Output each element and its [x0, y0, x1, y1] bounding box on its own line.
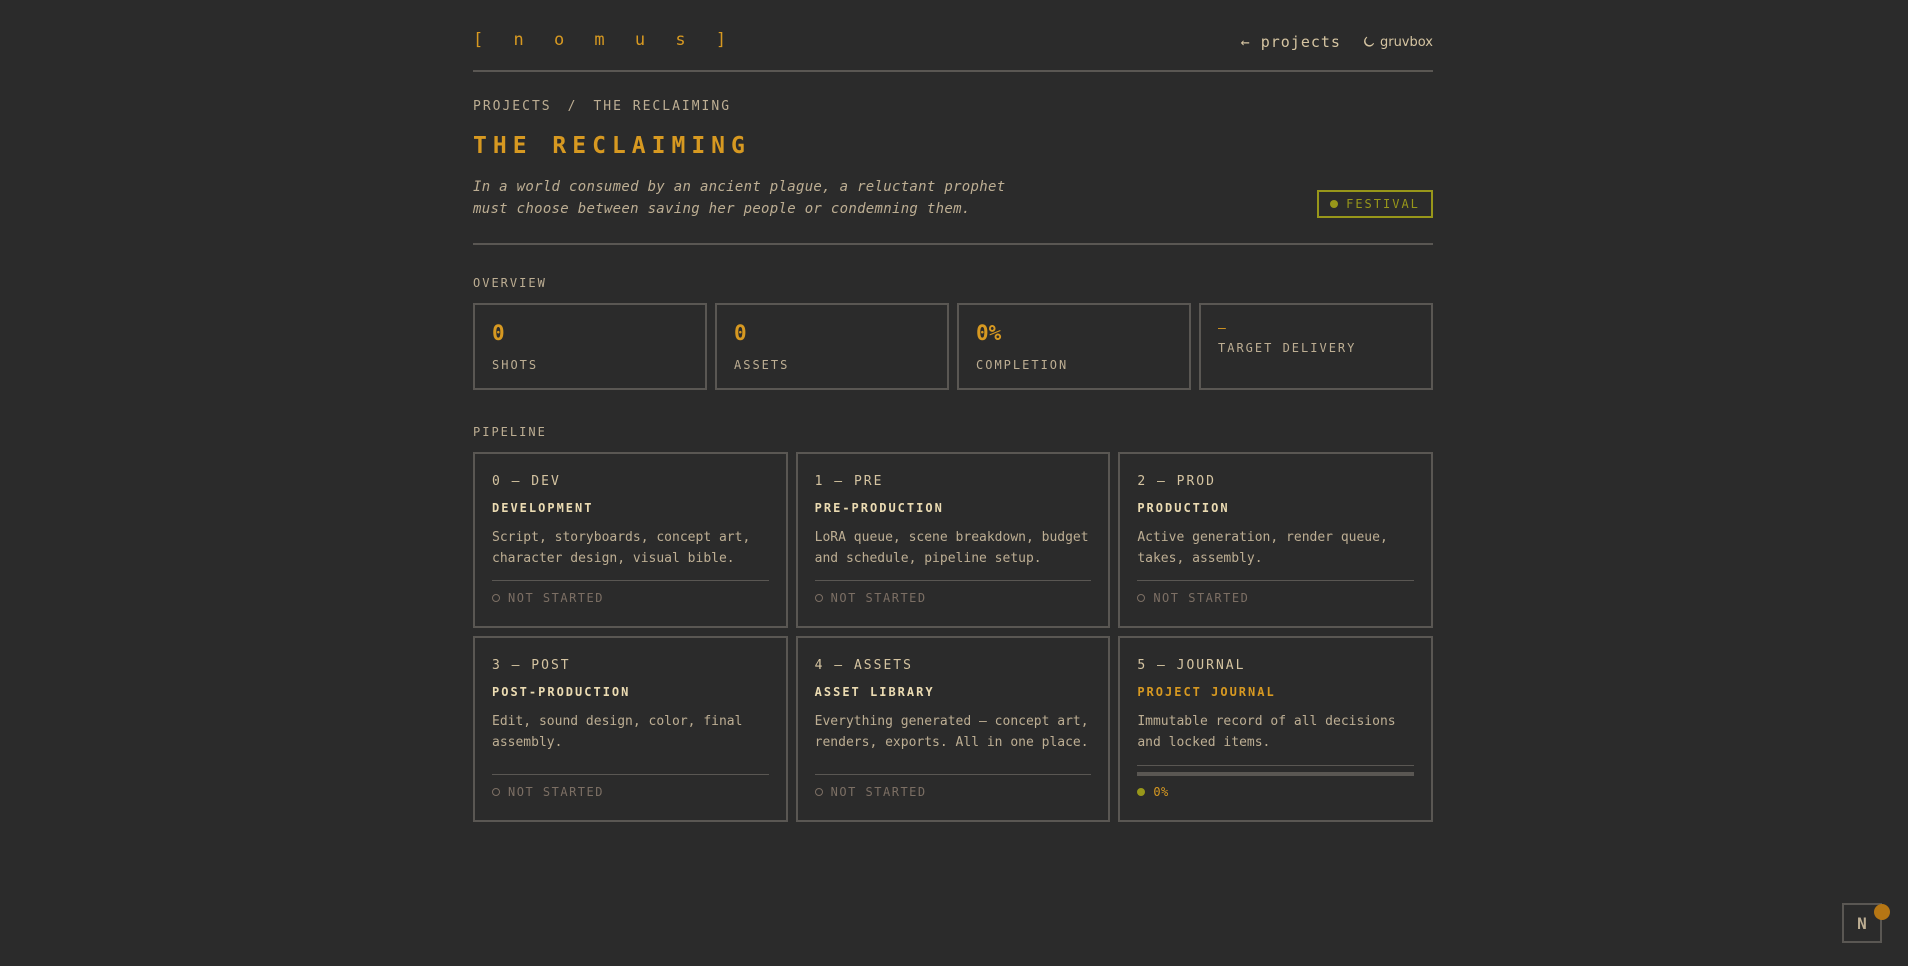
card-status: 0% [1137, 785, 1168, 799]
pipeline-card-production[interactable]: 2 — PROD PRODUCTION Active generation, r… [1118, 452, 1433, 628]
card-title: DEVELOPMENT [492, 501, 594, 515]
card-status: NOT STARTED [492, 591, 604, 605]
card-divider [492, 774, 769, 775]
status-circle-icon [492, 594, 500, 602]
overview-heading: OVERVIEW [473, 276, 547, 290]
status-label: NOT STARTED [508, 785, 604, 799]
status-dot-icon [1137, 788, 1146, 796]
card-divider [492, 580, 769, 581]
stat-card-completion: 0% COMPLETION [957, 303, 1191, 390]
pipeline-card-post-production[interactable]: 3 — POST POST-PRODUCTION Edit, sound des… [473, 636, 788, 822]
card-status: NOT STARTED [814, 785, 927, 799]
card-code: 0 — DEV [492, 474, 561, 489]
card-description: Script, storyboards, concept art, charac… [492, 530, 751, 566]
project-logline: In a world consumed by an ancient plague… [473, 176, 1033, 220]
pipeline-card-pre-production[interactable]: 1 — PRE PRE-PRODUCTION LoRA queue, scene… [795, 452, 1111, 628]
card-title: PROJECT JOURNAL [1137, 685, 1276, 699]
stat-value: — [1218, 321, 1226, 336]
notification-dot-icon [1874, 904, 1890, 920]
card-description: LoRA queue, scene breakdown, budget and … [814, 530, 1089, 566]
status-label: 0% [1153, 785, 1169, 799]
breadcrumb-current: THE RECLAIMING [593, 99, 732, 114]
pipeline-card-development[interactable]: 0 — DEV DEVELOPMENT Script, storyboards,… [473, 452, 788, 628]
moon-icon [1364, 36, 1375, 47]
theme-label: gruvbox [1379, 34, 1433, 50]
pipeline-card-asset-library[interactable]: 4 — ASSETS ASSET LIBRARY Everything gene… [795, 636, 1111, 822]
status-circle-icon [814, 594, 823, 602]
page-container: [ n o m u s ] ← projects gruvbox PROJECT… [473, 0, 1433, 822]
stat-card-assets: 0 ASSETS [715, 303, 949, 390]
card-title: POST-PRODUCTION [492, 685, 631, 699]
header-divider [473, 243, 1433, 245]
card-divider [814, 580, 1092, 581]
card-title: PRE-PRODUCTION [814, 501, 944, 515]
card-divider [814, 774, 1092, 775]
logline-line-2: must choose between saving her people or… [473, 201, 971, 217]
breadcrumb-separator: / [567, 99, 578, 114]
stat-label: ASSETS [734, 358, 790, 372]
status-circle-icon [1137, 594, 1146, 602]
stat-label: SHOTS [492, 358, 539, 372]
card-code: 5 — JOURNAL [1137, 658, 1246, 673]
stat-value: 0% [976, 321, 1002, 345]
breadcrumb-projects[interactable]: PROJECTS [473, 99, 552, 114]
card-description: Edit, sound design, color, final assembl… [492, 714, 743, 750]
card-description: Everything generated — concept art, rend… [814, 714, 1089, 750]
back-to-projects-link[interactable]: ← projects [1241, 33, 1341, 51]
stat-value: 0 [734, 321, 747, 345]
stat-label: COMPLETION [976, 358, 1069, 372]
status-label: NOT STARTED [830, 591, 927, 605]
status-circle-icon [492, 788, 500, 796]
card-description: Active generation, render queue, takes, … [1137, 530, 1388, 566]
card-code: 4 — ASSETS [814, 658, 913, 673]
stat-card-target-delivery: — TARGET DELIVERY [1199, 303, 1433, 390]
card-title: ASSET LIBRARY [814, 685, 935, 699]
top-nav: ← projects gruvbox [1241, 33, 1433, 51]
journal-progress-bar [1137, 772, 1414, 776]
stat-card-shots: 0 SHOTS [473, 303, 707, 390]
top-bar: [ n o m u s ] ← projects gruvbox [473, 0, 1433, 72]
page-title: THE RECLAIMING [473, 133, 751, 159]
card-divider [1137, 580, 1414, 581]
badge-dot-icon [1330, 200, 1339, 208]
card-code: 1 — PRE [814, 474, 884, 489]
status-circle-icon [814, 788, 823, 796]
logline-line-1: In a world consumed by an ancient plague… [473, 179, 1006, 195]
card-status: NOT STARTED [1137, 591, 1249, 605]
theme-toggle[interactable]: gruvbox [1363, 35, 1433, 50]
stat-value: 0 [492, 321, 505, 345]
status-badge: FESTIVAL [1317, 190, 1433, 218]
status-label: NOT STARTED [830, 785, 927, 799]
status-label: NOT STARTED [508, 591, 604, 605]
stat-label: TARGET DELIVERY [1218, 341, 1357, 355]
card-title: PRODUCTION [1137, 501, 1230, 515]
card-code: 3 — POST [492, 658, 571, 673]
logo[interactable]: [ n o m u s ] [473, 30, 736, 50]
card-description: Immutable record of all decisions and lo… [1137, 714, 1396, 750]
pipeline-grid: 0 — DEV DEVELOPMENT Script, storyboards,… [473, 452, 1433, 822]
breadcrumb: PROJECTS / THE RECLAIMING [473, 99, 731, 114]
status-label: NOT STARTED [1153, 591, 1250, 605]
overview-stats: 0 SHOTS 0 ASSETS 0% COMPLETION — TARGET … [473, 303, 1433, 390]
card-divider [1137, 765, 1414, 766]
pipeline-heading: PIPELINE [473, 425, 547, 439]
badge-label: FESTIVAL [1346, 197, 1420, 211]
card-code: 2 — PROD [1137, 474, 1216, 489]
card-status: NOT STARTED [814, 591, 927, 605]
pipeline-card-project-journal[interactable]: 5 — JOURNAL PROJECT JOURNAL Immutable re… [1118, 636, 1433, 822]
card-status: NOT STARTED [492, 785, 604, 799]
